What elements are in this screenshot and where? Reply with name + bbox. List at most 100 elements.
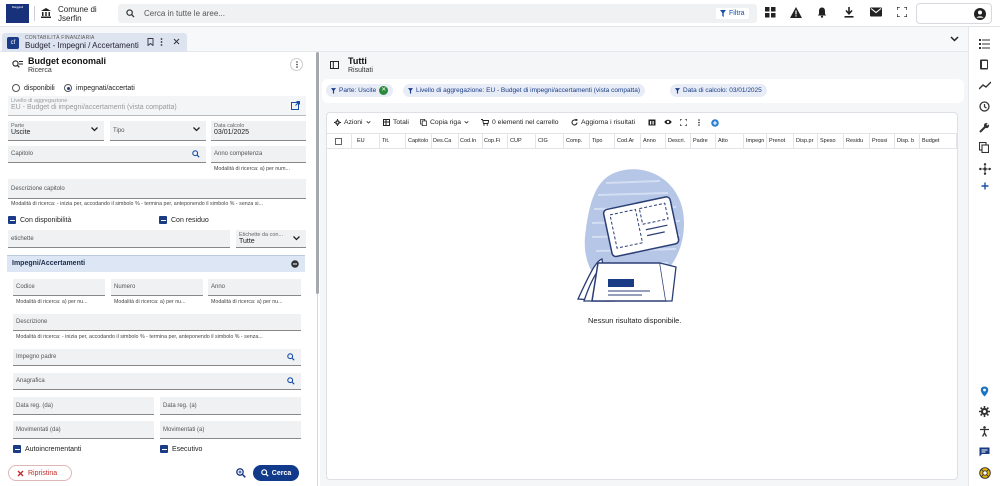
movimentati-a-field[interactable]: Movimentati (a) [160, 421, 301, 439]
grid-icon[interactable] [765, 7, 776, 18]
column-header[interactable]: Tit. [382, 138, 404, 144]
column-header[interactable]: CIG [538, 138, 562, 144]
history-icon[interactable] [979, 101, 990, 112]
open-external-icon[interactable] [291, 101, 300, 110]
aggiorna-button[interactable]: Aggiorna i risultati [571, 119, 635, 126]
maggioli-logo[interactable]: Maggioli [6, 4, 29, 23]
data-calcolo-field[interactable]: Data calcolo 03/01/2025 [211, 121, 306, 141]
search-icon[interactable] [192, 150, 200, 158]
column-header[interactable]: Tipo [592, 138, 613, 144]
column-header[interactable]: Cod.Ar [617, 138, 639, 144]
remove-filter-icon[interactable]: ✕ [379, 86, 389, 95]
search-input[interactable]: Cerca in tutte le aree... [144, 9, 225, 18]
build-icon[interactable] [979, 122, 990, 133]
sidebar-toggle-icon[interactable] [330, 61, 339, 69]
totali-button[interactable]: Totali [383, 119, 409, 126]
fullscreen-icon[interactable] [897, 7, 907, 17]
column-header[interactable]: Budget [922, 138, 955, 144]
close-tab-icon[interactable] [173, 38, 180, 45]
support-icon[interactable] [979, 467, 991, 479]
expand-icon[interactable] [680, 119, 687, 126]
column-header[interactable]: Speso [820, 138, 842, 144]
column-header[interactable]: Comp. [566, 138, 588, 144]
column-header[interactable]: Des.Ca [433, 138, 457, 144]
data-reg-da-field[interactable]: Data reg. (da) [13, 397, 154, 415]
azioni-menu[interactable]: Azioni [334, 119, 371, 126]
warning-icon[interactable] [790, 7, 802, 18]
column-header[interactable]: Descri. [668, 138, 689, 144]
etichette-field[interactable]: etichette [8, 230, 230, 248]
trend-icon[interactable] [979, 81, 991, 90]
autoincrementanti-checkbox[interactable]: Autoincrementanti [13, 445, 81, 453]
settings-icon[interactable] [979, 406, 990, 417]
download-icon[interactable] [844, 7, 854, 18]
more-vertical-icon[interactable] [160, 38, 163, 46]
radio-disponibili[interactable]: disponibili [12, 84, 55, 92]
filter-chip-livello[interactable]: Livello di aggregazione: EU - Budget di … [403, 84, 646, 97]
add-circle-icon[interactable] [711, 119, 719, 127]
panel-menu-button[interactable] [290, 58, 303, 71]
filtra-button[interactable]: Filtra [716, 8, 749, 19]
capitolo-field[interactable]: Capitolo [8, 146, 206, 163]
ripristina-button[interactable]: Ripristina [8, 465, 72, 481]
column-header[interactable]: EU [357, 138, 378, 144]
accessibility-icon[interactable] [979, 426, 990, 437]
column-header[interactable]: Padre [693, 138, 714, 144]
con-residuo-checkbox[interactable]: Con residuo [159, 216, 209, 224]
global-search[interactable]: Cerca in tutte le aree... [118, 4, 757, 23]
filter-chip-data[interactable]: Data di calcolo: 03/01/2025 [670, 84, 767, 97]
column-header[interactable]: Capitolo [408, 138, 430, 144]
impegno-padre-field[interactable]: Impegno padre [13, 349, 301, 366]
search-icon[interactable] [287, 377, 295, 385]
codice-field[interactable]: Codice [13, 279, 105, 296]
column-header[interactable]: Residu [846, 138, 868, 144]
movimentati-da-field[interactable]: Movimentati (da) [13, 421, 154, 439]
column-header[interactable]: Disp. b [897, 138, 918, 144]
data-reg-a-field[interactable]: Data reg. (a) [160, 397, 301, 415]
radio-impegnati[interactable]: impegnati/accertati [64, 84, 135, 92]
etichette-da-select[interactable]: Etichette da con... Tutte [236, 230, 306, 248]
chat-icon[interactable] [979, 447, 990, 457]
tipo-select[interactable]: Tipo [110, 121, 206, 141]
carrello-button[interactable]: 0 elementi nel carrello [481, 119, 559, 126]
chevron-down-icon[interactable] [950, 36, 959, 42]
mail-icon[interactable] [870, 7, 882, 17]
anno-competenza-field[interactable]: Anno competenza [211, 146, 306, 163]
select-all-checkbox[interactable] [335, 138, 342, 145]
descrizione-field[interactable]: Descrizione [13, 314, 301, 331]
eye-icon[interactable] [664, 119, 672, 125]
bell-icon[interactable] [817, 7, 827, 18]
column-settings-icon[interactable] [648, 119, 656, 126]
anagrafica-field[interactable]: Anagrafica [13, 373, 301, 390]
descrizione-capitolo-field[interactable]: Descrizione capitolo [8, 179, 306, 199]
esecutivo-checkbox[interactable]: Esecutivo [160, 445, 202, 453]
impegni-accertamenti-section[interactable]: Impegni/Accertamenti [7, 255, 305, 272]
livello-aggregazione-field[interactable]: Livello di aggregazione EU - Budget di i… [8, 96, 306, 116]
more-vertical-icon[interactable] [698, 119, 700, 126]
con-disponibilita-checkbox[interactable]: Con disponibilità [8, 216, 71, 224]
column-header[interactable]: Disp.pr [796, 138, 816, 144]
search-icon[interactable] [287, 353, 295, 361]
cerca-button[interactable]: Cerca [253, 465, 299, 481]
book-icon[interactable] [979, 59, 989, 70]
column-header[interactable]: Impegn [746, 138, 765, 144]
column-header[interactable]: CUP [510, 138, 534, 144]
hub-icon[interactable] [979, 163, 991, 175]
parte-select[interactable]: Parte Uscite [8, 121, 104, 141]
collapse-icon[interactable] [291, 260, 299, 268]
column-header[interactable]: Cop.Fi [484, 138, 506, 144]
numero-field[interactable]: Numero [111, 279, 203, 296]
panel-resize-handle[interactable] [316, 52, 319, 294]
column-header[interactable]: Cod.In [460, 138, 481, 144]
add-icon[interactable] [981, 182, 989, 190]
filter-chip-parte[interactable]: Parte: Uscite ✕ [326, 84, 394, 97]
column-header[interactable]: Anno [643, 138, 664, 144]
column-header[interactable]: Atto [718, 138, 742, 144]
copia-riga-menu[interactable]: Copia riga [420, 119, 469, 126]
location-icon[interactable] [980, 386, 989, 397]
user-menu[interactable] [916, 3, 992, 24]
list-icon[interactable] [979, 39, 990, 49]
bookmark-icon[interactable] [147, 38, 154, 46]
anno-field[interactable]: Anno [208, 279, 301, 296]
tab-budget-impegni[interactable]: cf CONTABILITÀ FINANZIARIA Budget - Impe… [2, 33, 187, 52]
